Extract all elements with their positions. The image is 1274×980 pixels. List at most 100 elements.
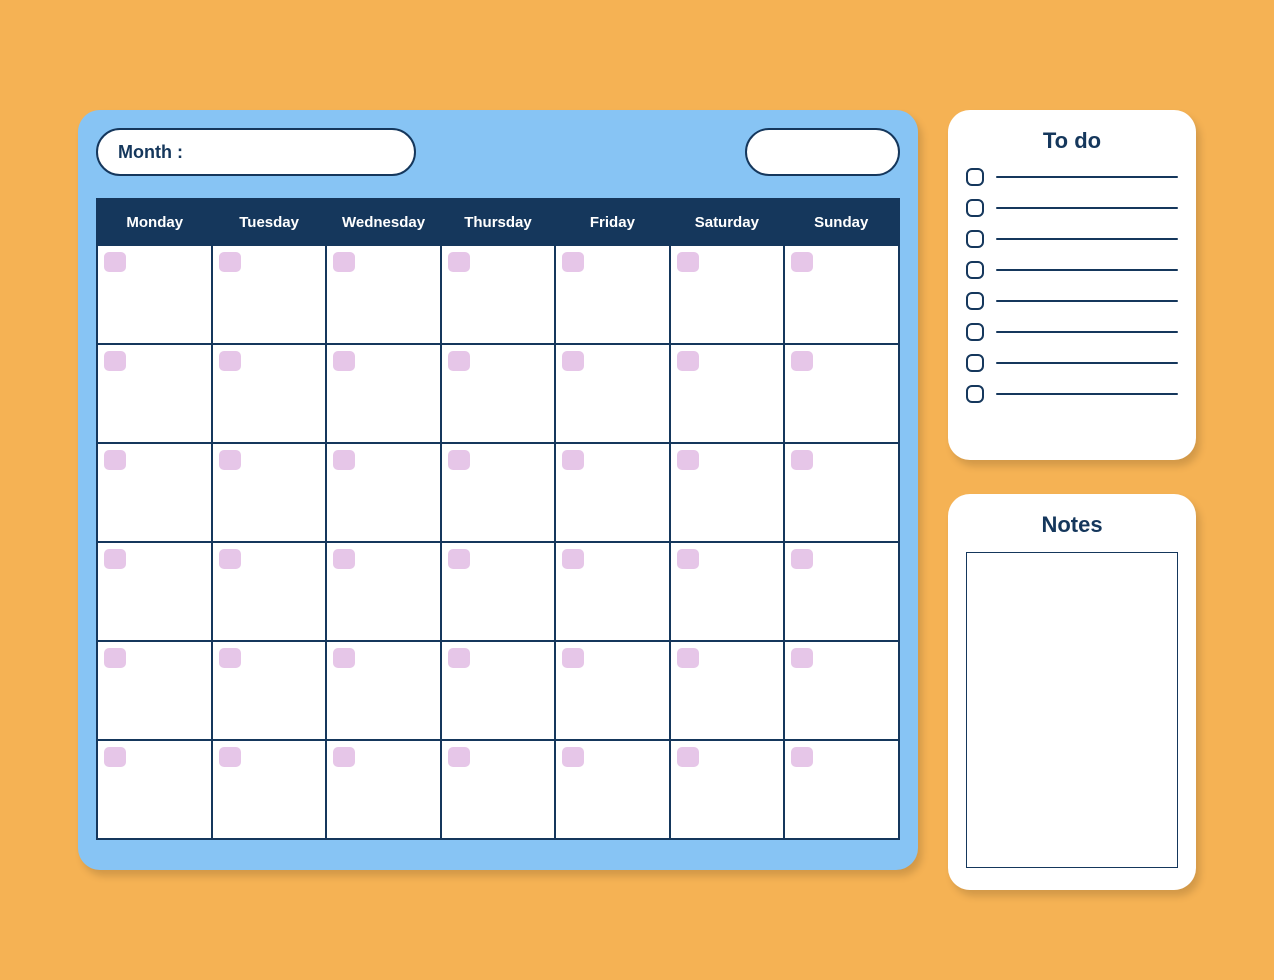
sidebar: To do Notes	[948, 110, 1196, 890]
month-input[interactable]: Month :	[96, 128, 416, 176]
todo-item	[966, 385, 1178, 403]
calendar-day-cell[interactable]	[671, 741, 786, 838]
calendar-day-cell[interactable]	[98, 246, 213, 343]
calendar-day-cell[interactable]	[98, 444, 213, 541]
todo-list	[966, 168, 1178, 403]
calendar-day-cell[interactable]	[327, 246, 442, 343]
notes-title: Notes	[966, 512, 1178, 538]
day-date-marker	[104, 648, 126, 668]
calendar-day-cell[interactable]	[213, 642, 328, 739]
calendar-day-cell[interactable]	[785, 345, 898, 442]
calendar-day-cell[interactable]	[556, 741, 671, 838]
day-date-marker	[562, 747, 584, 767]
calendar-panel: Month : Monday Tuesday Wednesday Thursda…	[78, 110, 918, 870]
day-date-marker	[791, 351, 813, 371]
todo-text-line[interactable]	[996, 331, 1178, 333]
calendar-day-cell[interactable]	[785, 543, 898, 640]
todo-item	[966, 354, 1178, 372]
calendar-day-cell[interactable]	[213, 444, 328, 541]
calendar-day-cell[interactable]	[213, 246, 328, 343]
calendar-day-cell[interactable]	[98, 642, 213, 739]
calendar-header: Month :	[96, 128, 900, 176]
todo-text-line[interactable]	[996, 362, 1178, 364]
day-date-marker	[333, 747, 355, 767]
weekday-header: Tuesday	[212, 200, 326, 244]
todo-text-line[interactable]	[996, 393, 1178, 395]
day-date-marker	[562, 450, 584, 470]
calendar-day-cell[interactable]	[213, 741, 328, 838]
calendar-day-cell[interactable]	[442, 345, 557, 442]
secondary-input[interactable]	[745, 128, 900, 176]
calendar-day-cell[interactable]	[785, 444, 898, 541]
calendar-week	[98, 739, 898, 838]
calendar-day-cell[interactable]	[671, 543, 786, 640]
day-date-marker	[448, 252, 470, 272]
todo-text-line[interactable]	[996, 176, 1178, 178]
day-date-marker	[677, 450, 699, 470]
weekday-header: Thursday	[441, 200, 555, 244]
day-date-marker	[333, 648, 355, 668]
todo-card: To do	[948, 110, 1196, 460]
day-date-marker	[333, 450, 355, 470]
calendar-day-cell[interactable]	[442, 444, 557, 541]
day-date-marker	[677, 252, 699, 272]
calendar-week	[98, 442, 898, 541]
calendar-day-cell[interactable]	[671, 246, 786, 343]
todo-text-line[interactable]	[996, 300, 1178, 302]
calendar-day-cell[interactable]	[671, 444, 786, 541]
todo-checkbox[interactable]	[966, 261, 984, 279]
todo-checkbox[interactable]	[966, 292, 984, 310]
calendar-day-cell[interactable]	[556, 345, 671, 442]
calendar-day-cell[interactable]	[785, 246, 898, 343]
todo-text-line[interactable]	[996, 238, 1178, 240]
day-date-marker	[219, 252, 241, 272]
todo-checkbox[interactable]	[966, 199, 984, 217]
month-label: Month :	[118, 142, 183, 163]
calendar-day-cell[interactable]	[556, 444, 671, 541]
day-date-marker	[333, 252, 355, 272]
todo-checkbox[interactable]	[966, 168, 984, 186]
day-date-marker	[791, 648, 813, 668]
calendar-day-cell[interactable]	[785, 741, 898, 838]
notes-textarea[interactable]	[966, 552, 1178, 868]
calendar-day-cell[interactable]	[671, 345, 786, 442]
calendar-day-cell[interactable]	[327, 444, 442, 541]
day-date-marker	[219, 747, 241, 767]
todo-checkbox[interactable]	[966, 354, 984, 372]
calendar-day-cell[interactable]	[442, 246, 557, 343]
day-date-marker	[791, 747, 813, 767]
todo-checkbox[interactable]	[966, 385, 984, 403]
day-date-marker	[219, 351, 241, 371]
todo-checkbox[interactable]	[966, 230, 984, 248]
calendar-day-cell[interactable]	[671, 642, 786, 739]
todo-item	[966, 199, 1178, 217]
weekday-header-row: Monday Tuesday Wednesday Thursday Friday…	[98, 200, 898, 244]
todo-item	[966, 168, 1178, 186]
day-date-marker	[448, 351, 470, 371]
calendar-day-cell[interactable]	[442, 543, 557, 640]
todo-checkbox[interactable]	[966, 323, 984, 341]
day-date-marker	[562, 252, 584, 272]
calendar-day-cell[interactable]	[556, 642, 671, 739]
calendar-day-cell[interactable]	[327, 543, 442, 640]
calendar-day-cell[interactable]	[213, 345, 328, 442]
todo-title: To do	[966, 128, 1178, 154]
todo-text-line[interactable]	[996, 269, 1178, 271]
calendar-day-cell[interactable]	[327, 642, 442, 739]
todo-text-line[interactable]	[996, 207, 1178, 209]
day-date-marker	[791, 549, 813, 569]
day-date-marker	[104, 252, 126, 272]
calendar-week	[98, 244, 898, 343]
calendar-day-cell[interactable]	[98, 741, 213, 838]
calendar-day-cell[interactable]	[327, 741, 442, 838]
calendar-day-cell[interactable]	[442, 741, 557, 838]
calendar-day-cell[interactable]	[785, 642, 898, 739]
calendar-day-cell[interactable]	[442, 642, 557, 739]
calendar-day-cell[interactable]	[98, 345, 213, 442]
calendar-day-cell[interactable]	[213, 543, 328, 640]
calendar-day-cell[interactable]	[556, 246, 671, 343]
calendar-day-cell[interactable]	[556, 543, 671, 640]
day-date-marker	[219, 450, 241, 470]
calendar-day-cell[interactable]	[98, 543, 213, 640]
calendar-day-cell[interactable]	[327, 345, 442, 442]
